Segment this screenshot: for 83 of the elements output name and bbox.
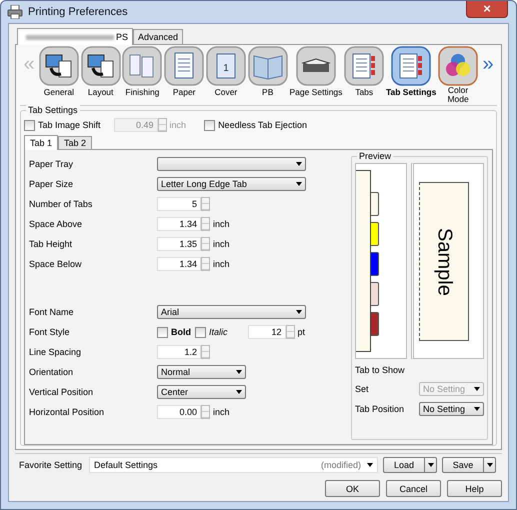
unit-label: inch <box>213 239 230 249</box>
close-button[interactable]: × <box>466 1 508 18</box>
number-field[interactable]: 1.34 <box>157 257 201 271</box>
field-label: Set <box>355 384 370 394</box>
caret-icon <box>367 463 373 467</box>
tab[interactable]: PS <box>17 28 133 45</box>
dropdown[interactable]: Normal <box>157 365 246 379</box>
tab[interactable]: Tab 1 <box>24 135 58 150</box>
unit-label: inch <box>213 259 230 269</box>
number-field[interactable]: 1.35 <box>157 237 201 251</box>
field-label: Number of Tabs <box>29 199 94 209</box>
field-label: Space Above <box>29 219 84 229</box>
field-label: Paper Size <box>29 179 74 189</box>
category-button[interactable]: Tabs <box>343 45 386 104</box>
tab[interactable]: Advanced <box>133 29 184 44</box>
spinner-icon[interactable] <box>201 345 210 359</box>
number-field[interactable]: 1.2 <box>157 345 201 359</box>
category-button[interactable]: Tab Settings <box>385 45 438 104</box>
checkbox[interactable]: Bold <box>157 326 191 338</box>
tab[interactable]: Tab 2 <box>58 136 92 149</box>
field-label: Vertical Position <box>29 387 94 397</box>
caret-icon <box>428 463 434 467</box>
spinner-icon[interactable] <box>201 237 210 251</box>
field-label: Horizontal Position <box>29 407 106 417</box>
dropdown[interactable] <box>157 157 306 171</box>
caret-icon <box>474 407 480 411</box>
field-label: Font Style <box>29 327 71 337</box>
split-button[interactable]: Load <box>383 457 437 473</box>
group-title: Preview <box>357 151 394 161</box>
category-button[interactable]: General <box>38 45 80 104</box>
printer-icon <box>7 5 23 19</box>
field-label: Paper Tray <box>29 159 74 169</box>
unit-label: inch <box>213 407 230 417</box>
dropdown[interactable]: Center <box>157 385 246 399</box>
caret-icon <box>296 162 302 166</box>
field-label: Line Spacing <box>29 347 82 357</box>
dropdown[interactable]: Default Settings (modified) <box>89 457 378 473</box>
number-field[interactable]: 0.00 <box>157 405 201 419</box>
caret-icon <box>236 370 242 374</box>
category-button[interactable]: Paper <box>163 45 206 104</box>
dialog-button[interactable]: Cancel <box>386 480 441 497</box>
category-button[interactable]: Page Settings <box>288 45 344 104</box>
dropdown[interactable]: Letter Long Edge Tab <box>157 177 306 191</box>
category-button[interactable]: Finishing <box>122 45 164 104</box>
category-button[interactable]: Color Mode <box>437 45 479 104</box>
number-field[interactable]: 1.34 <box>157 217 201 231</box>
dialog-button[interactable]: OK <box>325 480 380 497</box>
field-label: Space Below <box>29 259 83 269</box>
category-button[interactable]: 1 Cover <box>205 45 247 104</box>
field-label: Font Name <box>29 307 75 317</box>
checkbox[interactable]: Needless Tab Ejection <box>204 120 307 130</box>
spinner-icon[interactable] <box>201 197 210 211</box>
field-label: Orientation <box>29 367 74 377</box>
unit-label: pt <box>298 327 306 337</box>
window-title: Printing Preferences <box>28 6 128 18</box>
caret-icon <box>296 182 302 186</box>
spinner-icon[interactable] <box>201 405 210 419</box>
field-label: Tab Position <box>355 404 406 414</box>
unit-label: inch <box>213 219 230 229</box>
field-label: Favorite Setting <box>19 460 84 470</box>
caret-icon <box>486 463 492 467</box>
dropdown[interactable]: No Setting <box>419 402 484 416</box>
spinner-icon[interactable] <box>201 257 210 271</box>
unit-label: inch <box>170 120 186 130</box>
category-button[interactable]: Layout <box>80 45 122 104</box>
group-title: Tab Settings <box>26 105 80 115</box>
category-button[interactable]: PB <box>246 45 289 104</box>
number-field[interactable]: 5 <box>157 197 201 211</box>
cover-number: 1 <box>223 63 229 74</box>
number-field[interactable]: 12 <box>248 325 286 339</box>
caret-icon <box>236 390 242 394</box>
field-label: Tab Height <box>29 239 74 249</box>
dialog-button[interactable]: Help <box>447 480 502 497</box>
spinner-icon[interactable] <box>201 217 210 231</box>
sample-text: Sample <box>432 228 456 296</box>
caret-icon <box>296 310 302 314</box>
caret-icon <box>474 387 480 391</box>
split-button[interactable]: Save <box>442 457 496 473</box>
dropdown[interactable]: Arial <box>157 305 306 319</box>
color-circles-icon <box>438 46 478 86</box>
checkbox[interactable]: Italic <box>195 326 228 338</box>
scroll-right-button[interactable]: » <box>479 53 497 76</box>
section-label: Tab to Show <box>355 365 406 377</box>
